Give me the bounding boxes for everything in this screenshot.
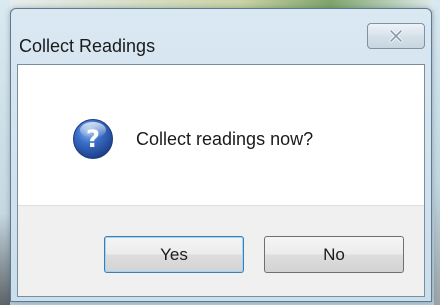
message-area: ? Collect readings now? [18, 65, 424, 205]
svg-text:?: ? [86, 125, 100, 153]
desktop-backdrop-right [434, 0, 440, 305]
close-icon [389, 29, 403, 43]
question-icon: ? [73, 119, 113, 159]
yes-button[interactable]: Yes [104, 236, 244, 273]
button-bar: Yes No [18, 205, 424, 296]
dialog-message: Collect readings now? [136, 129, 314, 149]
title-bar[interactable]: Collect Readings [11, 9, 431, 64]
desktop-backdrop-left [0, 0, 10, 305]
no-button[interactable]: No [264, 236, 404, 273]
window-title: Collect Readings [19, 36, 156, 56]
close-button[interactable] [367, 23, 425, 49]
dialog-window: Collect Readings ? Collect readings now?… [10, 8, 432, 302]
dialog-client-area: ? Collect readings now? Yes No [17, 64, 425, 297]
